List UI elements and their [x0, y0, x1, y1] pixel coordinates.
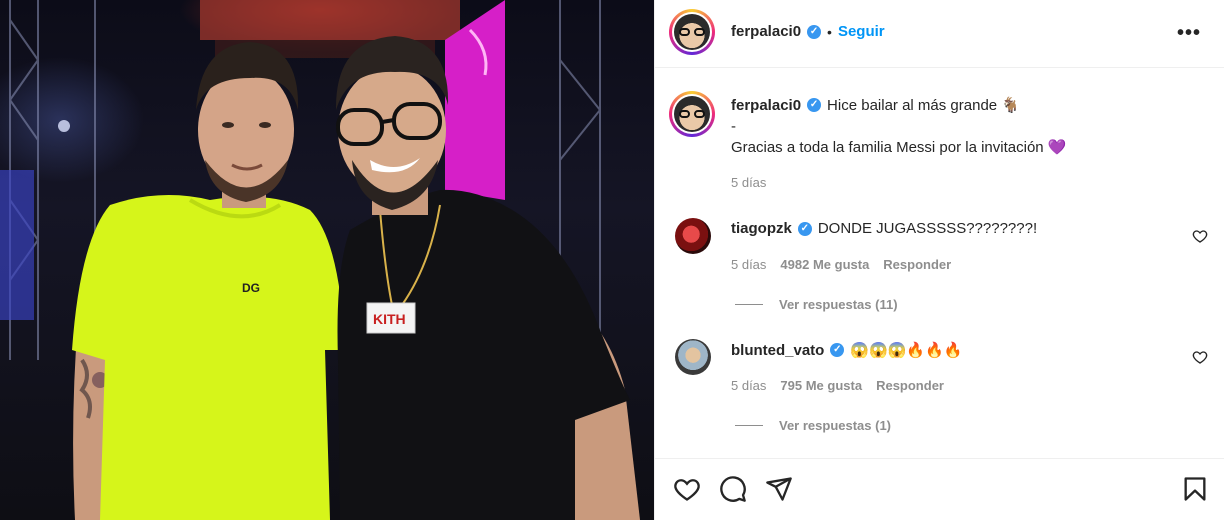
post-photo[interactable]: DG KITH	[0, 0, 654, 520]
view-replies-label: Ver respuestas (11)	[779, 297, 898, 312]
share-icon[interactable]	[765, 475, 793, 503]
author-username[interactable]: ferpalaci0	[731, 23, 801, 40]
comment-body: blunted_vato ✓ 😱😱😱🔥🔥🔥	[731, 341, 963, 360]
caption-text-line2: Gracias a toda la familia Messi por la i…	[731, 139, 1067, 156]
caption-avatar[interactable]	[669, 91, 715, 137]
verified-badge-icon: ✓	[797, 221, 812, 236]
view-replies-button[interactable]: Ver respuestas (1)	[735, 418, 891, 433]
follow-button[interactable]: Seguir	[838, 23, 885, 40]
comment-like-heart-icon[interactable]	[1192, 228, 1208, 244]
comment-likes[interactable]: 795 Me gusta	[780, 378, 862, 393]
comment-likes[interactable]: 4982 Me gusta	[780, 257, 869, 272]
caption-timestamp[interactable]: 5 días	[731, 175, 766, 190]
comment-username[interactable]: blunted_vato	[731, 342, 824, 359]
view-replies-button[interactable]: Ver respuestas (11)	[735, 297, 898, 312]
comment-meta: 5 días 4982 Me gusta Responder	[731, 257, 951, 272]
photo-illustration: DG KITH	[0, 0, 640, 520]
reply-button[interactable]: Responder	[883, 257, 951, 272]
comment-text: 😱😱😱🔥🔥🔥	[850, 342, 963, 359]
comment-avatar[interactable]	[675, 339, 711, 375]
comment-avatar[interactable]	[675, 218, 711, 254]
verified-badge-icon: ✓	[830, 343, 845, 357]
comment-username[interactable]: tiagopzk	[731, 220, 792, 237]
comment-timestamp[interactable]: 5 días	[731, 378, 766, 393]
comment-body: tiagopzk ✓ DONDE JUGASSSSS????????!	[731, 220, 1037, 237]
post-header: ferpalaci0 ✓ • Seguir •••	[655, 0, 1224, 68]
view-replies-label: Ver respuestas (1)	[779, 418, 892, 433]
heart-icon[interactable]	[673, 475, 701, 503]
caption-username[interactable]: ferpalaci0	[731, 97, 801, 114]
author-avatar[interactable]	[669, 9, 715, 55]
bookmark-icon[interactable]	[1181, 475, 1209, 503]
caption-first-line: ferpalaci0 ✓ Hice bailar al más grande 🐐	[731, 96, 1020, 115]
comment-timestamp[interactable]: 5 días	[731, 257, 766, 272]
caption-dash: -	[731, 118, 736, 135]
post-sidebar: ferpalaci0 ✓ • Seguir ••• ferpalaci0 ✓ H…	[654, 0, 1224, 520]
shirt-logo: DG	[242, 281, 260, 295]
reply-button[interactable]: Responder	[876, 378, 944, 393]
action-bar	[655, 458, 1224, 520]
comment-meta: 5 días 795 Me gusta Responder	[731, 378, 944, 393]
caption-text-line1: Hice bailar al más grande 🐐	[827, 97, 1020, 114]
comment-like-heart-icon[interactable]	[1192, 349, 1208, 365]
verified-badge-icon: ✓	[807, 24, 822, 39]
pendant-label: KITH	[373, 311, 406, 327]
comment-text: DONDE JUGASSSSS????????!	[817, 220, 1038, 237]
replies-divider	[735, 425, 763, 426]
replies-divider	[735, 304, 763, 305]
comment-icon[interactable]	[719, 475, 747, 503]
separator-dot: •	[827, 23, 832, 40]
more-options-icon[interactable]: •••	[1177, 22, 1201, 45]
verified-badge-icon: ✓	[807, 98, 822, 112]
